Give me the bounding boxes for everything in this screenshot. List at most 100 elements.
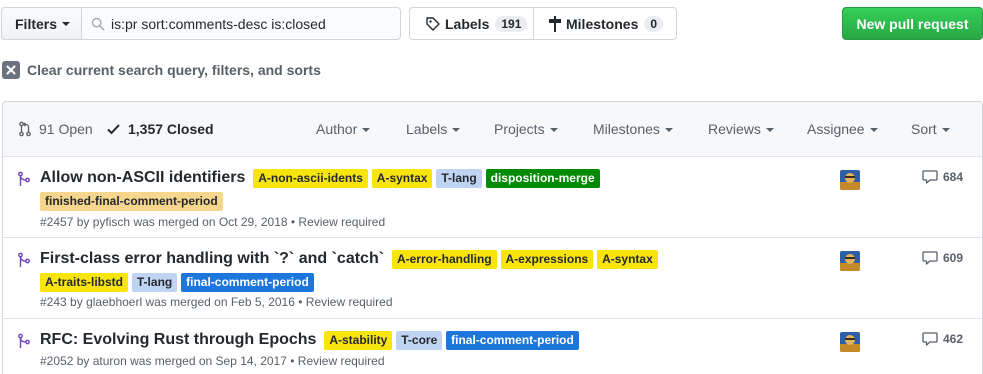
table-row: First-class error handling with `?` and … <box>3 238 982 319</box>
milestones-count: 0 <box>644 15 664 32</box>
open-filter[interactable]: 91 Open <box>19 121 93 137</box>
pr-review-status: • Review required <box>298 295 393 309</box>
milestones-menu-label: Milestones <box>593 121 660 137</box>
reviews-menu-label: Reviews <box>708 121 761 137</box>
reviews-menu[interactable]: Reviews <box>708 121 774 137</box>
search-icon <box>91 17 105 30</box>
label-badge[interactable]: finished-final-comment-period <box>40 192 223 211</box>
pr-author-link[interactable]: glaebhoerl <box>86 295 142 309</box>
pr-by: by <box>76 215 90 229</box>
label-badge[interactable]: T-core <box>396 331 443 350</box>
pr-author-link[interactable]: pyfisch <box>93 215 130 229</box>
pr-title-link[interactable]: Allow non-ASCII identifiers <box>40 169 245 186</box>
filters-button[interactable]: Filters <box>1 7 82 40</box>
label-badge[interactable]: A-syntax <box>597 250 658 269</box>
label-badge[interactable]: A-syntax <box>371 169 433 188</box>
labels-link[interactable]: Labels 191 <box>410 8 534 39</box>
pr-meta: #243 by glaebhoerl was merged on Feb 5, … <box>40 295 393 309</box>
list-header: 91 Open 1,357 Closed Author Labels Proje… <box>3 102 982 157</box>
comments-link[interactable]: 684 <box>922 170 963 184</box>
assignee-menu-label: Assignee <box>807 121 865 137</box>
git-merge-icon <box>18 252 30 267</box>
label-badge[interactable]: final-comment-period <box>181 273 314 292</box>
avatar[interactable] <box>840 332 860 352</box>
milestones-menu[interactable]: Milestones <box>593 121 673 137</box>
search-input[interactable] <box>111 15 381 32</box>
pr-review-status: • Review required <box>290 354 385 368</box>
comments-link[interactable]: 462 <box>922 332 963 346</box>
pr-meta: #2052 by aturon was merged on Sep 14, 20… <box>40 354 385 368</box>
clear-query-label: Clear current search query, filters, and… <box>27 62 321 78</box>
label-badge[interactable]: A-traits-libstd <box>40 273 128 292</box>
comments-count: 609 <box>943 251 964 265</box>
milestones-link[interactable]: Milestones 0 <box>534 8 676 39</box>
tag-icon <box>426 16 440 31</box>
search-field[interactable] <box>81 7 401 40</box>
pr-title-link[interactable]: RFC: Evolving Rust through Epochs <box>40 331 316 348</box>
label-badge[interactable]: T-lang <box>131 273 178 292</box>
chevron-down-icon <box>549 127 558 132</box>
table-row: RFC: Evolving Rust through Epochs A-stab… <box>3 319 982 374</box>
comments-count: 684 <box>943 170 964 184</box>
pr-author-link[interactable]: aturon <box>93 354 127 368</box>
label-badge[interactable]: A-expressions <box>500 250 594 269</box>
label-badge[interactable]: T-lang <box>436 169 482 188</box>
assignee-menu[interactable]: Assignee <box>807 121 878 137</box>
milestones-link-label: Milestones <box>566 15 639 32</box>
pull-request-icon <box>19 121 31 137</box>
avatar[interactable] <box>840 170 860 190</box>
pr-meta: #2457 by pyfisch was merged on Oct 29, 2… <box>40 215 385 229</box>
milestone-icon <box>549 15 561 32</box>
git-merge-icon <box>18 333 30 348</box>
chevron-down-icon <box>869 127 878 132</box>
author-menu-label: Author <box>316 121 358 137</box>
pr-merged-text: was merged on Feb 5, 2016 <box>145 295 295 309</box>
new-pull-request-button[interactable]: New pull request <box>842 7 983 40</box>
chevron-down-icon <box>941 127 950 132</box>
pr-number: #2457 <box>40 215 74 229</box>
pr-number: #2052 <box>40 354 74 368</box>
sort-menu-label: Sort <box>911 121 937 137</box>
pr-review-status: • Review required <box>290 215 386 229</box>
chevron-down-icon <box>765 127 774 132</box>
row-title-block: RFC: Evolving Rust through Epochs A-stab… <box>40 328 690 351</box>
open-filter-label: 91 Open <box>39 121 93 137</box>
chevron-down-icon <box>664 127 673 132</box>
chevron-down-icon <box>452 127 461 132</box>
label-badge[interactable]: A-stability <box>324 331 393 350</box>
avatar[interactable] <box>840 251 860 271</box>
projects-menu-label: Projects <box>494 121 545 137</box>
chevron-down-icon <box>62 22 71 26</box>
sort-menu[interactable]: Sort <box>911 121 950 137</box>
label-badge[interactable]: disposition-merge <box>485 169 600 188</box>
pr-by: by <box>76 354 90 368</box>
close-icon <box>2 61 20 79</box>
check-icon <box>107 124 120 135</box>
labels-menu[interactable]: Labels <box>406 121 461 137</box>
clear-query-link[interactable]: Clear current search query, filters, and… <box>2 61 321 79</box>
projects-menu[interactable]: Projects <box>494 121 558 137</box>
label-badge[interactable]: final-comment-period <box>446 331 579 350</box>
comments-link[interactable]: 609 <box>922 251 963 265</box>
labels-milestones-group: Labels 191 Milestones 0 <box>409 7 677 40</box>
pr-title-link[interactable]: First-class error handling with `?` and … <box>40 250 384 267</box>
filters-label: Filters <box>15 15 58 32</box>
label-badge[interactable]: A-error-handling <box>391 250 497 269</box>
comments-count: 462 <box>943 332 964 346</box>
pr-number: #243 <box>40 295 67 309</box>
closed-filter-label: 1,357 Closed <box>128 121 214 137</box>
pr-by: by <box>70 295 83 309</box>
comment-icon <box>922 170 938 184</box>
label-badge[interactable]: A-non-ascii-idents <box>253 169 368 188</box>
table-row: Allow non-ASCII identifiers A-non-ascii-… <box>3 157 982 238</box>
labels-link-label: Labels <box>445 15 490 32</box>
git-merge-icon <box>18 171 30 186</box>
row-title-block: First-class error handling with `?` and … <box>40 247 690 292</box>
pr-merged-text: was merged on Sep 14, 2017 <box>130 354 287 368</box>
chevron-down-icon <box>362 127 371 132</box>
pull-request-list: 91 Open 1,357 Closed Author Labels Proje… <box>2 101 983 374</box>
closed-filter[interactable]: 1,357 Closed <box>107 121 214 137</box>
author-menu[interactable]: Author <box>316 121 371 137</box>
comment-icon <box>922 332 938 346</box>
labels-menu-label: Labels <box>406 121 448 137</box>
